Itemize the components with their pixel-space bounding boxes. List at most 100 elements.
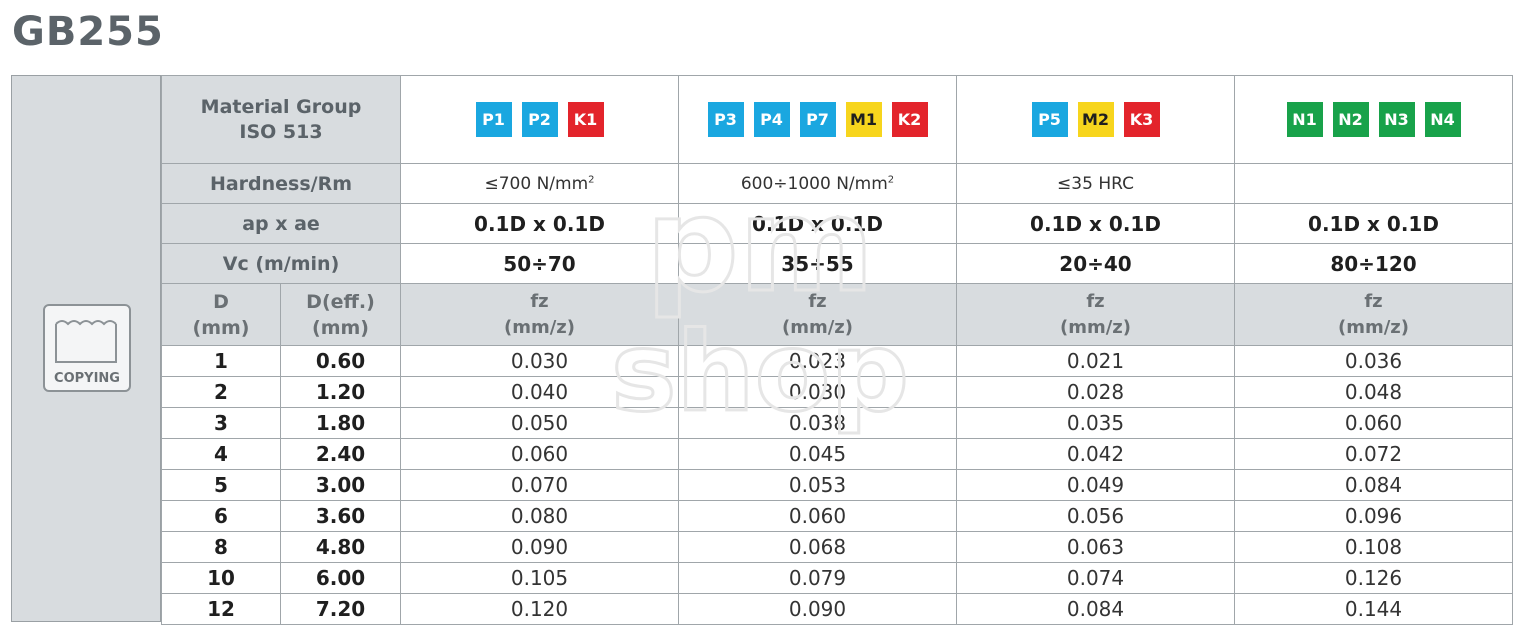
badge-list: P1 P2 K1: [402, 102, 678, 137]
table-row: 4 2.40 0.060 0.045 0.042 0.072: [161, 438, 1513, 470]
apae-row: ap x ae 0.1D x 0.1D 0.1D x 0.1D 0.1D x 0…: [161, 203, 1513, 244]
fz-cell: 0.049: [956, 469, 1235, 501]
table-row: 5 3.00 0.070 0.053 0.049 0.084: [161, 469, 1513, 501]
copying-label: COPYING: [54, 371, 120, 386]
fz-cell: 0.050: [400, 407, 679, 439]
fz-cell: 0.028: [956, 376, 1235, 408]
copying-icon: COPYING: [43, 304, 131, 392]
iso-badge-m2: M2: [1077, 102, 1114, 137]
apae-value-2: 0.1D x 0.1D: [678, 203, 957, 244]
fz-cell: 0.126: [1234, 562, 1513, 594]
deff-header: D(eff.) (mm): [280, 283, 401, 346]
fz-cell: 0.048: [1234, 376, 1513, 408]
iso-badge-p2: P2: [521, 102, 558, 137]
vc-value-4: 80÷120: [1234, 243, 1513, 284]
hardness-value-1: ≤700 N/mm2: [400, 163, 679, 204]
fz-cell: 0.042: [956, 438, 1235, 470]
apae-label: ap x ae: [161, 203, 401, 244]
iso-badge-p4: P4: [753, 102, 790, 137]
apae-value-1: 0.1D x 0.1D: [400, 203, 679, 244]
fz-cell: 0.070: [400, 469, 679, 501]
iso-badge-p7: P7: [799, 102, 836, 137]
cutting-data-table: Material Group ISO 513 P1 P2 K1 P3 P4 P7 M1 K2…: [161, 75, 1513, 625]
material-group-cell-4: N1 N2 N3 N4: [1234, 75, 1513, 164]
fz-cell: 0.030: [678, 376, 957, 408]
iso-badge-m1: M1: [845, 102, 882, 137]
fz-cell: 0.084: [1234, 469, 1513, 501]
iso-badge-n4: N4: [1424, 102, 1461, 137]
d-header: D (mm): [161, 283, 281, 346]
fz-cell: 0.063: [956, 531, 1235, 563]
diameter-cell: 6: [161, 500, 281, 532]
fz-cell: 0.060: [678, 500, 957, 532]
hardness-value-3: ≤35 HRC: [956, 163, 1235, 204]
fz-cell: 0.056: [956, 500, 1235, 532]
material-group-cell-3: P5 M2 K3: [956, 75, 1235, 164]
badge-list: P5 M2 K3: [958, 102, 1234, 137]
fz-cell: 0.090: [678, 593, 957, 625]
material-group-label: Material Group ISO 513: [161, 75, 401, 164]
iso-badge-k1: K1: [567, 102, 604, 137]
iso-badge-p1: P1: [475, 102, 512, 137]
diameter-cell: 1: [161, 345, 281, 377]
hardness-row: Hardness/Rm ≤700 N/mm2 600÷1000 N/mm2 ≤3…: [161, 163, 1513, 204]
hardness-label: Hardness/Rm: [161, 163, 401, 204]
fz-cell: 0.053: [678, 469, 957, 501]
vc-value-2: 35÷55: [678, 243, 957, 284]
effective-diameter-cell: 3.60: [280, 500, 401, 532]
diameter-cell: 4: [161, 438, 281, 470]
diameter-cell: 10: [161, 562, 281, 594]
vc-value-1: 50÷70: [400, 243, 679, 284]
apae-value-3: 0.1D x 0.1D: [956, 203, 1235, 244]
fz-cell: 0.035: [956, 407, 1235, 439]
iso-badge-n3: N3: [1378, 102, 1415, 137]
fz-cell: 0.060: [1234, 407, 1513, 439]
effective-diameter-cell: 3.00: [280, 469, 401, 501]
fz-header-1: fz (mm/z): [400, 283, 679, 346]
fz-cell: 0.060: [400, 438, 679, 470]
fz-cell: 0.108: [1234, 531, 1513, 563]
vc-value-3: 20÷40: [956, 243, 1235, 284]
diameter-cell: 12: [161, 593, 281, 625]
fz-cell: 0.021: [956, 345, 1235, 377]
fz-cell: 0.090: [400, 531, 679, 563]
vc-row: Vc (m/min) 50÷70 35÷55 20÷40 80÷120: [161, 243, 1513, 284]
fz-cell: 0.023: [678, 345, 957, 377]
iso-badge-k3: K3: [1123, 102, 1160, 137]
badge-list: N1 N2 N3 N4: [1236, 102, 1512, 137]
fz-cell: 0.080: [400, 500, 679, 532]
fz-cell: 0.074: [956, 562, 1235, 594]
fz-cell: 0.045: [678, 438, 957, 470]
iso-badge-n1: N1: [1286, 102, 1323, 137]
iso-badge-n2: N2: [1332, 102, 1369, 137]
fz-cell: 0.040: [400, 376, 679, 408]
table-row: 3 1.80 0.050 0.038 0.035 0.060: [161, 407, 1513, 439]
table-row: 10 6.00 0.105 0.079 0.074 0.126: [161, 562, 1513, 594]
fz-header-4: fz (mm/z): [1234, 283, 1513, 346]
table-row: 6 3.60 0.080 0.060 0.056 0.096: [161, 500, 1513, 532]
material-group-row: Material Group ISO 513 P1 P2 K1 P3 P4 P7 M1 K2…: [161, 75, 1513, 164]
fz-cell: 0.105: [400, 562, 679, 594]
diameter-cell: 8: [161, 531, 281, 563]
fz-cell: 0.068: [678, 531, 957, 563]
fz-cell: 0.079: [678, 562, 957, 594]
copying-wave-icon: [55, 320, 117, 363]
hardness-value-4: [1234, 163, 1513, 204]
effective-diameter-cell: 7.20: [280, 593, 401, 625]
table-row: 2 1.20 0.040 0.030 0.028 0.048: [161, 376, 1513, 408]
fz-cell: 0.036: [1234, 345, 1513, 377]
fz-cell: 0.144: [1234, 593, 1513, 625]
effective-diameter-cell: 2.40: [280, 438, 401, 470]
fz-cell: 0.038: [678, 407, 957, 439]
table-row: 1 0.60 0.030 0.023 0.021 0.036: [161, 345, 1513, 377]
iso-badge-p5: P5: [1031, 102, 1068, 137]
fz-cell: 0.084: [956, 593, 1235, 625]
column-header-row: D (mm) D(eff.) (mm) fz (mm/z) fz (mm/z) fz (m…: [161, 283, 1513, 346]
data-body: 1 0.60 0.030 0.023 0.021 0.036 2 1.20 0.040 0.030…: [161, 345, 1513, 625]
page-title: GB255: [12, 9, 164, 55]
effective-diameter-cell: 0.60: [280, 345, 401, 377]
material-group-label-line1: Material Group: [200, 95, 362, 118]
effective-diameter-cell: 1.80: [280, 407, 401, 439]
diameter-cell: 5: [161, 469, 281, 501]
effective-diameter-cell: 4.80: [280, 531, 401, 563]
